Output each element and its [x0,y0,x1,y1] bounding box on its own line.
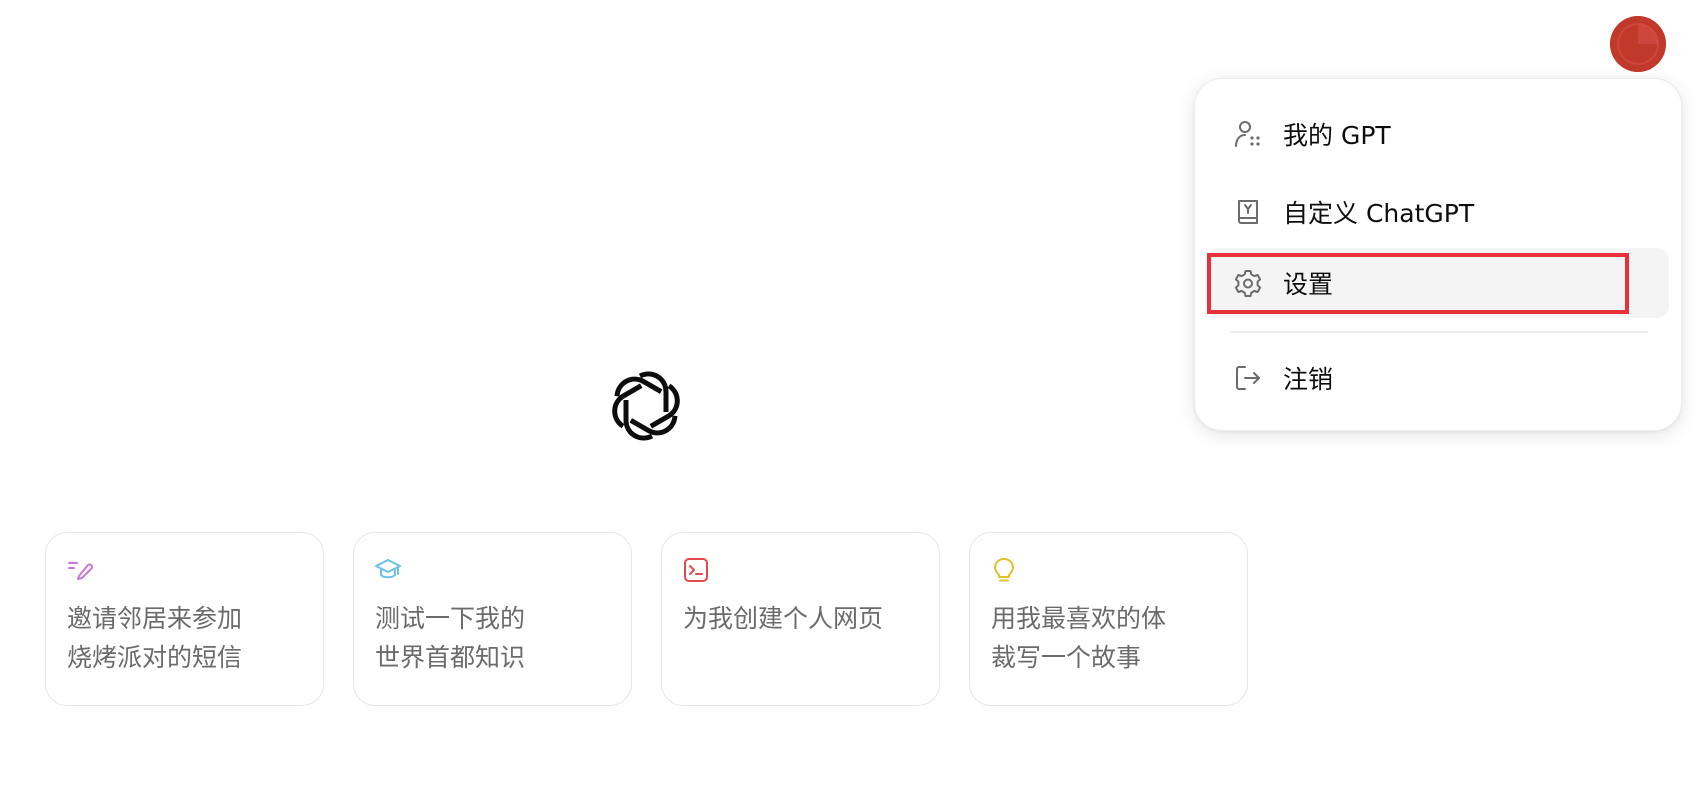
logout-icon [1236,366,1260,390]
gear-icon [1234,270,1262,297]
avatar-graphic-icon [1610,16,1666,72]
suggestion-text: 为我创建个人网页 [683,604,884,633]
menu-item-settings[interactable]: 设置 [1207,248,1669,318]
graduation-cap-icon [375,559,401,579]
menu-item-customize-chatgpt[interactable]: 自定义 ChatGPT [1207,177,1669,247]
customize-book-icon [1238,200,1258,224]
suggestion-text: 邀请邻居来参加 烧烤派对的短信 [67,604,243,672]
lightbulb-icon [994,558,1014,582]
suggestion-card-invite-neighbors[interactable]: 邀请邻居来参加 烧烤派对的短信 [45,532,324,706]
openai-logo-icon [612,371,680,441]
menu-item-my-gpts[interactable]: 我的 GPT [1207,99,1669,169]
menu-item-logout[interactable]: 注销 [1207,343,1669,413]
suggestion-text: 用我最喜欢的体 裁写一个故事 [991,604,1167,672]
my-gpts-icon [1235,121,1260,147]
suggestion-card-personal-webpage[interactable]: 为我创建个人网页 [661,532,940,706]
terminal-icon [684,558,708,582]
user-avatar[interactable] [1610,16,1666,72]
menu-item-label: 设置 [1283,270,1334,299]
suggestion-card-favorite-genre-story[interactable]: 用我最喜欢的体 裁写一个故事 [969,532,1248,706]
menu-item-label: 自定义 ChatGPT [1283,199,1475,228]
profile-menu: 我的 GPT 自定义 ChatGPT 设置 注销 [1194,78,1682,431]
suggestion-text: 测试一下我的 世界首都知识 [375,604,526,672]
menu-item-label: 我的 GPT [1283,121,1391,150]
suggestion-cards: 邀请邻居来参加 烧烤派对的短信 测试一下我的 世界首都知识 为我创建个人网页 用… [45,532,1248,706]
menu-divider [1230,331,1648,333]
menu-item-label: 注销 [1283,365,1334,394]
pencil-lines-icon [68,562,93,580]
suggestion-card-world-capitals[interactable]: 测试一下我的 世界首都知识 [353,532,632,706]
